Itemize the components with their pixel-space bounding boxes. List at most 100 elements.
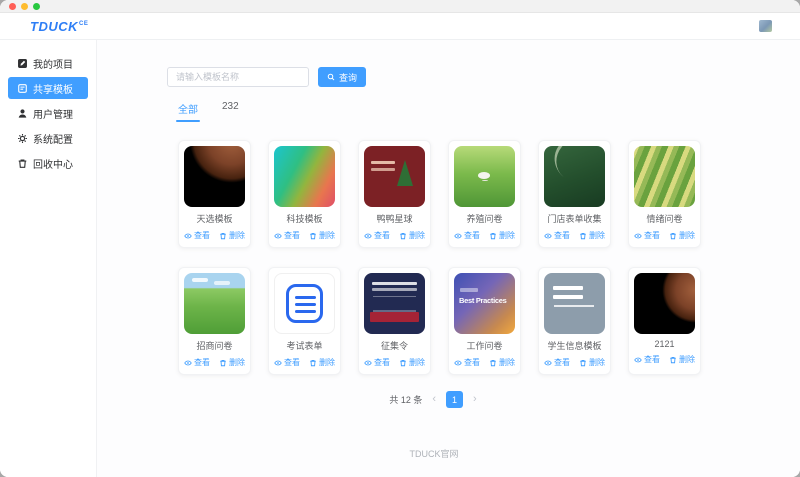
card-actions: 查看 删除	[364, 230, 425, 241]
delete-button[interactable]: 删除	[669, 230, 695, 241]
delete-button[interactable]: 删除	[219, 357, 245, 368]
zoom-window-button[interactable]	[33, 3, 40, 10]
card-actions: 查看 删除	[274, 230, 335, 241]
view-button[interactable]: 查看	[364, 230, 390, 241]
template-title: 考试表单	[286, 339, 322, 352]
user-avatar[interactable]	[759, 20, 772, 32]
view-button[interactable]: 查看	[274, 230, 300, 241]
trash-icon	[399, 359, 407, 367]
eye-icon	[364, 359, 372, 367]
trash-icon	[309, 359, 317, 367]
template-thumbnail[interactable]	[634, 273, 695, 334]
template-thumbnail[interactable]	[274, 146, 335, 207]
template-thumbnail[interactable]	[544, 273, 605, 334]
template-title: 2121	[654, 339, 674, 349]
sidebar-item-label: 共享模板	[33, 81, 73, 96]
sidebar-item-recycle-center[interactable]: 回收中心	[8, 152, 88, 174]
card-actions: 查看 删除	[634, 354, 695, 365]
delete-button[interactable]: 删除	[309, 357, 335, 368]
tab-all[interactable]: 全部	[178, 101, 198, 122]
view-button[interactable]: 查看	[634, 354, 660, 365]
template-title: 工作问卷	[466, 339, 502, 352]
template-title: 养殖问卷	[466, 212, 502, 225]
card-actions: 查看 删除	[364, 357, 425, 368]
view-button[interactable]: 查看	[634, 230, 660, 241]
delete-button[interactable]: 删除	[219, 230, 245, 241]
trash-icon	[489, 359, 497, 367]
tab-232[interactable]: 232	[222, 101, 239, 122]
view-button[interactable]: 查看	[454, 357, 480, 368]
search-icon	[327, 73, 335, 81]
delete-button[interactable]: 删除	[399, 357, 425, 368]
close-window-button[interactable]	[9, 3, 16, 10]
mac-titlebar	[0, 0, 800, 13]
eye-icon	[274, 359, 282, 367]
template-thumbnail[interactable]	[274, 273, 335, 334]
app-header: TDUCKCE	[0, 13, 800, 40]
sidebar-item-user-management[interactable]: 用户管理	[8, 102, 88, 124]
card-actions: 查看 删除	[184, 230, 245, 241]
template-card: 2121 查看 删除	[628, 267, 701, 375]
template-title: 学生信息模板	[547, 339, 601, 352]
template-thumbnail[interactable]	[634, 146, 695, 207]
template-card: Best Practices 工作问卷 查看 删除	[448, 267, 521, 375]
search-input[interactable]	[167, 67, 309, 87]
delete-button[interactable]: 删除	[579, 357, 605, 368]
template-title: 鸭鸭星球	[376, 212, 412, 225]
sidebar-item-label: 回收中心	[33, 156, 73, 171]
template-thumbnail[interactable]	[184, 146, 245, 207]
delete-button[interactable]: 删除	[489, 357, 515, 368]
view-button[interactable]: 查看	[544, 230, 570, 241]
template-title: 征集令	[381, 339, 408, 352]
view-button[interactable]: 查看	[184, 357, 210, 368]
footer-link[interactable]: TDUCK官网	[167, 447, 701, 477]
view-button[interactable]: 查看	[184, 230, 210, 241]
eye-icon	[544, 232, 552, 240]
delete-button[interactable]: 删除	[309, 230, 335, 241]
trash-icon	[669, 356, 677, 364]
trash-icon	[669, 232, 677, 240]
trash-icon	[219, 232, 227, 240]
view-button[interactable]: 查看	[544, 357, 570, 368]
view-button[interactable]: 查看	[364, 357, 390, 368]
trash-icon	[489, 232, 497, 240]
delete-button[interactable]: 删除	[489, 230, 515, 241]
logo-edition-badge: CE	[79, 21, 88, 27]
template-thumbnail[interactable]	[364, 273, 425, 334]
eye-icon	[634, 356, 642, 364]
view-button[interactable]: 查看	[454, 230, 480, 241]
sidebar-item-label: 用户管理	[33, 106, 73, 121]
view-button[interactable]: 查看	[274, 357, 300, 368]
eye-icon	[184, 359, 192, 367]
minimize-window-button[interactable]	[21, 3, 28, 10]
search-toolbar: 查询	[167, 67, 800, 87]
page-number-button[interactable]: 1	[446, 391, 463, 408]
sidebar-item-my-projects[interactable]: 我的项目	[8, 52, 88, 74]
template-card: 招商问卷 查看 删除	[178, 267, 251, 375]
template-thumbnail[interactable]	[364, 146, 425, 207]
sidebar: 我的项目 共享模板 用户管理 系统配置 回收中心	[0, 40, 97, 477]
template-thumbnail[interactable]	[184, 273, 245, 334]
sidebar-item-shared-templates[interactable]: 共享模板	[8, 77, 88, 99]
pagination-total: 共 12 条	[389, 393, 422, 406]
template-title: 门店表单收集	[547, 212, 601, 225]
sidebar-item-label: 我的项目	[33, 56, 73, 71]
eye-icon	[634, 232, 642, 240]
template-title: 招商问卷	[196, 339, 232, 352]
sidebar-item-system-config[interactable]: 系统配置	[8, 127, 88, 149]
template-thumbnail[interactable]: Best Practices	[454, 273, 515, 334]
trash-icon	[579, 359, 587, 367]
template-thumbnail[interactable]	[544, 146, 605, 207]
template-title: 科技模板	[286, 212, 322, 225]
card-actions: 查看 删除	[454, 357, 515, 368]
next-page-icon[interactable]: ›	[471, 394, 479, 405]
card-actions: 查看 删除	[634, 230, 695, 241]
delete-button[interactable]: 删除	[669, 354, 695, 365]
delete-button[interactable]: 删除	[399, 230, 425, 241]
search-button[interactable]: 查询	[318, 67, 366, 87]
delete-button[interactable]: 删除	[579, 230, 605, 241]
template-thumbnail[interactable]	[454, 146, 515, 207]
template-card: 情绪问卷 查看 删除	[628, 140, 701, 248]
prev-page-icon[interactable]: ‹	[430, 394, 438, 405]
user-icon	[17, 108, 28, 119]
